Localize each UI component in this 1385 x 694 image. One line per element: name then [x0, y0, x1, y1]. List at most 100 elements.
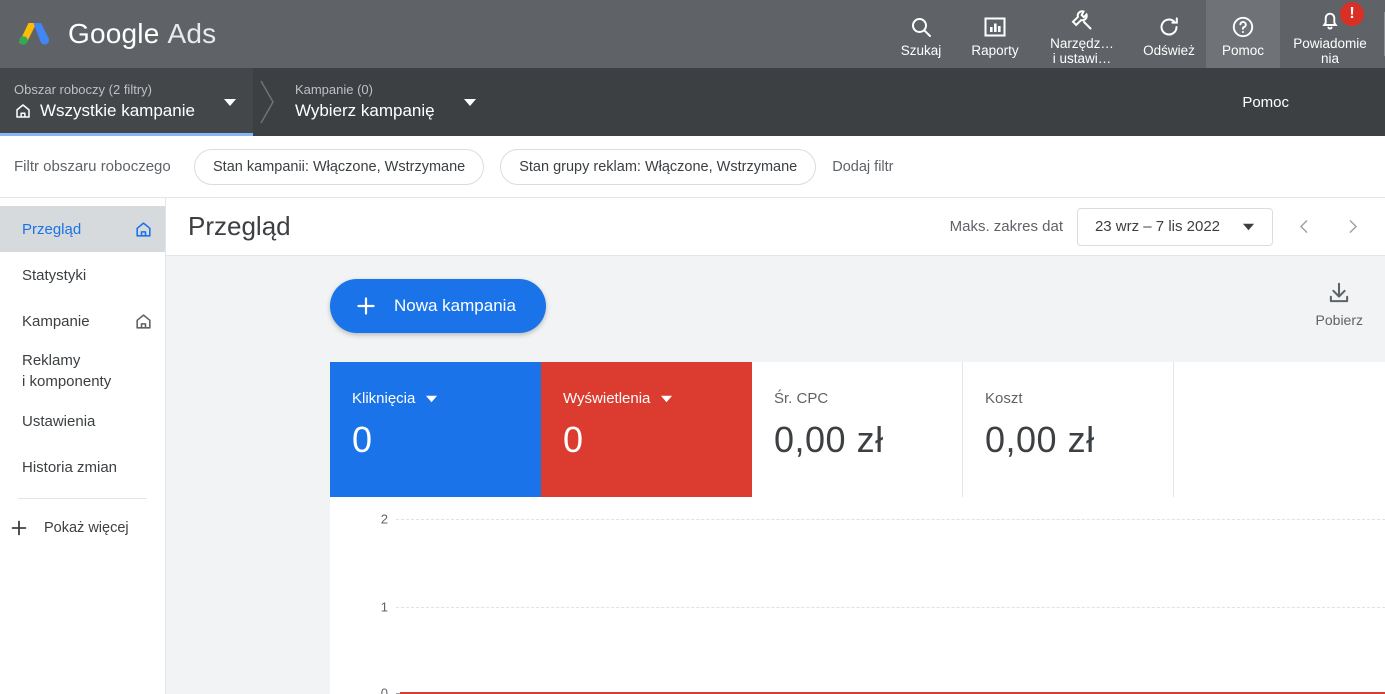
topbar-button-reports[interactable]: Raporty — [958, 0, 1032, 68]
metric-card-title: Kliknięcia — [352, 390, 416, 407]
metric-card-row: Kliknięcia 0 Wyświetlenia 0 Śr. CPC 0,00… — [330, 362, 1385, 497]
bell-notification-icon — [1318, 7, 1342, 33]
plus-icon — [354, 294, 378, 318]
breadcrumb-workspace-text: Wszystkie kampanie — [40, 101, 195, 120]
sidebar-item-statystyki[interactable]: Statystyki — [0, 252, 165, 298]
add-filter-button[interactable]: Dodaj filtr — [832, 159, 893, 175]
topbar-label-refresh: Odśwież — [1143, 43, 1195, 58]
sidebar-show-more-label: Pokaż więcej — [44, 520, 129, 536]
plus-icon — [8, 517, 30, 539]
metric-card-value: 0,00 zł — [774, 419, 884, 460]
sidebar-divider — [18, 498, 147, 499]
metric-card-koszt[interactable]: Koszt 0,00 zł — [963, 362, 1174, 497]
filter-chip-campaign-status[interactable]: Stan kampanii: Włączone, Wstrzymane — [194, 148, 485, 185]
action-row: Nowa kampania Pobierz — [166, 256, 1385, 362]
chart-ytick-1: 1 — [380, 599, 388, 615]
filter-bar-label: Filtr obszaru roboczego — [14, 158, 171, 175]
breadcrumb-help-link[interactable]: Pomoc — [1242, 68, 1385, 136]
topbar-label-reports: Raporty — [971, 43, 1019, 58]
caret-down-icon[interactable] — [463, 95, 477, 109]
metric-card-row-filler — [1174, 362, 1385, 497]
metric-card-sr-cpc[interactable]: Śr. CPC 0,00 zł — [752, 362, 963, 497]
metric-card-title: Koszt — [985, 390, 1023, 407]
topbar-button-search[interactable]: Szukaj — [884, 0, 958, 68]
breadcrumb-item-workspace[interactable]: Obszar roboczy (2 filtry) Wszystkie kamp… — [0, 68, 253, 136]
metric-card-value: 0 — [352, 419, 373, 460]
sidebar-item-kampanie[interactable]: Kampanie — [0, 298, 165, 344]
download-icon — [1326, 280, 1352, 306]
date-range-previous-button[interactable] — [1287, 210, 1321, 244]
sidebar-item-ustawienia[interactable]: Ustawienia — [0, 398, 165, 444]
app-body: Przegląd Statystyki Kampanie Reklamy i k… — [0, 198, 1385, 694]
sidebar-show-more-button[interactable]: Pokaż więcej — [0, 507, 165, 549]
metrics-panel: Kliknięcia 0 Wyświetlenia 0 Śr. CPC 0,00… — [330, 362, 1385, 694]
metric-card-wyswietlenia[interactable]: Wyświetlenia 0 — [541, 362, 752, 497]
topbar-label-search: Szukaj — [900, 43, 942, 58]
performance-chart: 2 1 0 — [330, 497, 1385, 694]
sidebar-item-historia-zmian[interactable]: Historia zmian — [0, 444, 165, 490]
caret-down-icon[interactable] — [660, 392, 673, 405]
metric-card-header: Koszt — [985, 390, 1151, 407]
metric-card-title: Śr. CPC — [774, 390, 829, 407]
breadcrumb-item-campaign[interactable]: Kampanie (0) Wybierz kampanię — [281, 68, 493, 136]
topbar-label-help: Pomoc — [1221, 43, 1265, 58]
metric-card-klikniecia[interactable]: Kliknięcia 0 — [330, 362, 541, 497]
wrench-tools-icon — [1070, 7, 1094, 33]
page-header: Przegląd Maks. zakres dat 23 wrz – 7 lis… — [166, 198, 1385, 256]
breadcrumb-workspace-sublabel: Obszar roboczy (2 filtry) — [14, 82, 152, 97]
sidebar-item-przeglad[interactable]: Przegląd — [0, 206, 165, 252]
overview-content: Nowa kampania Pobierz Kliknięcia 0 Wyświ… — [166, 256, 1385, 694]
sidebar-item-label: Kampanie — [22, 312, 90, 330]
help-circle-icon — [1231, 14, 1255, 40]
search-icon — [909, 14, 933, 40]
caret-down-icon — [1242, 220, 1255, 233]
google-ads-logo-icon — [14, 14, 54, 54]
caret-down-icon[interactable] — [223, 95, 237, 109]
brand-name-google: Google — [68, 18, 160, 49]
chart-gridline-1 — [396, 607, 1385, 608]
top-action-group: Szukaj Raporty Narzędz… i ustawi… Odświe… — [884, 0, 1385, 68]
chart-ytick-2: 2 — [380, 511, 388, 527]
left-navigation: Przegląd Statystyki Kampanie Reklamy i k… — [0, 198, 166, 694]
date-range-picker[interactable]: 23 wrz – 7 lis 2022 — [1077, 207, 1273, 246]
breadcrumb: Obszar roboczy (2 filtry) Wszystkie kamp… — [0, 68, 1385, 136]
download-button[interactable]: Pobierz — [1316, 280, 1363, 328]
date-range-next-button[interactable] — [1335, 210, 1369, 244]
date-range-control: Maks. zakres dat 23 wrz – 7 lis 2022 — [949, 207, 1369, 246]
new-campaign-button[interactable]: Nowa kampania — [330, 279, 546, 333]
topbar-button-tools-settings[interactable]: Narzędz… i ustawi… — [1032, 0, 1132, 68]
topbar-button-refresh[interactable]: Odśwież — [1132, 0, 1206, 68]
page-title: Przegląd — [188, 211, 291, 241]
topbar-label-tools-settings: Narzędz… i ustawi… — [1050, 35, 1114, 66]
metric-card-title: Wyświetlenia — [563, 390, 651, 407]
topbar-button-notifications[interactable]: ! Powiadomie nia — [1280, 0, 1380, 68]
metric-card-value: 0 — [563, 419, 584, 460]
home-icon — [134, 220, 153, 239]
notification-badge: ! — [1340, 2, 1364, 26]
chart-gridline-2 — [396, 519, 1385, 520]
reports-bar-chart-icon — [983, 14, 1007, 40]
top-app-bar: Google Ads Szukaj Raporty Narzędz… i ust… — [0, 0, 1385, 68]
sidebar-item-label: Statystyki — [22, 266, 87, 284]
caret-down-icon[interactable] — [425, 392, 438, 405]
metric-card-header: Śr. CPC — [774, 390, 940, 407]
home-icon — [134, 312, 153, 331]
brand-title: Google Ads — [68, 18, 216, 50]
date-range-label: Maks. zakres dat — [949, 218, 1063, 235]
refresh-icon — [1157, 14, 1181, 40]
download-label: Pobierz — [1315, 312, 1363, 328]
metric-card-header[interactable]: Kliknięcia — [352, 390, 519, 407]
metric-card-value: 0,00 zł — [985, 419, 1095, 460]
new-campaign-label: Nowa kampania — [394, 296, 516, 315]
date-range-value: 23 wrz – 7 lis 2022 — [1094, 218, 1221, 235]
home-icon — [14, 102, 32, 120]
topbar-button-help[interactable]: Pomoc — [1206, 0, 1280, 68]
sidebar-item-reklamy-i-komponenty[interactable]: Reklamy i komponenty — [0, 344, 165, 398]
chart-ytick-0: 0 — [380, 685, 388, 694]
brand-logo-area[interactable]: Google Ads — [0, 14, 216, 54]
metric-card-header[interactable]: Wyświetlenia — [563, 390, 730, 407]
filter-chip-adgroup-status[interactable]: Stan grupy reklam: Włączone, Wstrzymane — [500, 148, 817, 185]
breadcrumb-campaign-label: Wybierz kampanię — [294, 101, 435, 120]
topbar-label-notifications: Powiadomie nia — [1293, 35, 1367, 66]
sidebar-item-label: Reklamy i komponenty — [22, 352, 112, 390]
